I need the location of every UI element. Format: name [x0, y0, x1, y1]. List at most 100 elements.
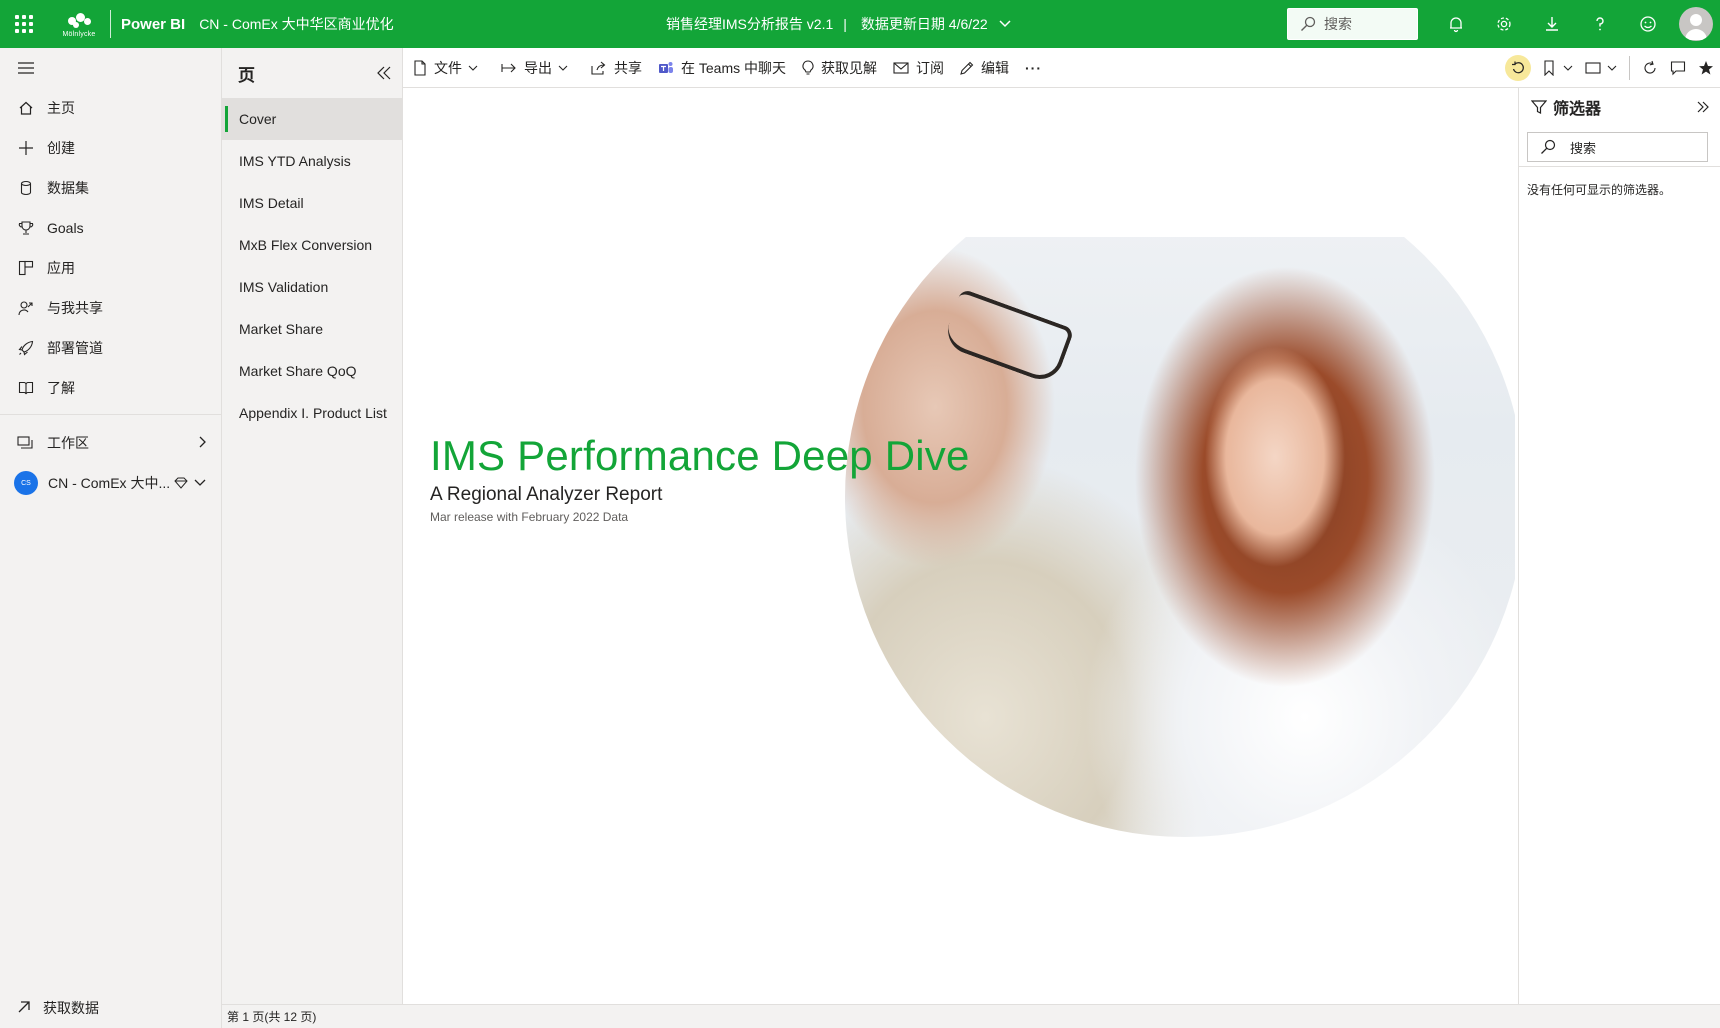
share-button[interactable]: 共享: [591, 48, 642, 88]
export-menu-button[interactable]: 导出: [501, 48, 575, 88]
app-launcher-button[interactable]: [0, 0, 48, 48]
comment-icon: [1670, 61, 1686, 76]
collapse-filters-button[interactable]: [1696, 100, 1710, 114]
page-tab-ims-validation[interactable]: IMS Validation: [222, 266, 402, 308]
help-icon: [1596, 17, 1604, 31]
header-search-input[interactable]: 搜索: [1287, 8, 1418, 40]
app-name[interactable]: Power BI: [121, 16, 185, 33]
filters-pane-header: 筛选器: [1519, 88, 1720, 126]
nav-divider: [0, 414, 221, 415]
more-options-label: ···: [1025, 59, 1043, 76]
view-button[interactable]: [1579, 48, 1623, 88]
nav-item-deployment-pipelines[interactable]: 部署管道: [0, 328, 221, 368]
chevron-down-icon: [998, 16, 1012, 33]
get-data-label: 获取数据: [43, 1000, 99, 1016]
title-separator: |: [843, 16, 847, 32]
hamburger-menu-icon: [18, 62, 34, 74]
pages-pane-header: 页: [222, 48, 402, 98]
favorite-button[interactable]: [1692, 48, 1720, 88]
bookmarks-button[interactable]: [1537, 48, 1579, 88]
get-insights-button[interactable]: 获取见解: [802, 48, 877, 88]
workspace-badge: CS: [14, 471, 38, 495]
filters-search-input[interactable]: 搜索: [1527, 132, 1708, 162]
collapse-pane-button[interactable]: [376, 65, 392, 81]
feedback-button[interactable]: [1624, 0, 1672, 48]
page-tab-market-share-qoq[interactable]: Market Share QoQ: [222, 350, 402, 392]
workspace-breadcrumb[interactable]: CN - ComEx 大中华区商业优化: [199, 14, 393, 34]
header-divider: [110, 10, 111, 38]
nav-item-workspaces[interactable]: 工作区: [0, 423, 221, 463]
feedback-smiley-icon: [1640, 16, 1656, 32]
hero-photo-circle: [845, 237, 1515, 837]
refresh-button[interactable]: [1636, 48, 1664, 88]
nav-collapse-button[interactable]: [0, 48, 221, 88]
page-tab-ims-detail[interactable]: IMS Detail: [222, 182, 402, 224]
edit-label: 编辑: [981, 59, 1010, 76]
pages-pane: 页 Cover IMS YTD Analysis IMS Detail MxB …: [222, 48, 403, 1004]
chevron-down-icon: [1607, 65, 1617, 71]
reset-to-default-button[interactable]: [1499, 48, 1537, 88]
nav-item-home[interactable]: 主页: [0, 88, 221, 128]
top-header-bar: Mölnlycke Power BI CN - ComEx 大中华区商业优化 销…: [0, 0, 1720, 48]
page-tab-mxb-flex-conversion[interactable]: MxB Flex Conversion: [222, 224, 402, 266]
filters-title-group: 筛选器: [1531, 95, 1601, 119]
nav-item-label: 应用: [47, 260, 75, 276]
nav-item-goals[interactable]: Goals: [0, 208, 221, 248]
page-tab-label: Cover: [239, 111, 277, 127]
premium-diamond-icon: [174, 477, 188, 489]
page-indicator: 第 1 页(共 12 页): [227, 1010, 317, 1024]
file-menu-button[interactable]: 文件: [413, 48, 485, 88]
waffle-icon: [15, 15, 33, 33]
report-title-menu[interactable]: 销售经理IMS分析报告 v2.1 | 数据更新日期 4/6/22: [666, 0, 1012, 48]
nav-item-shared-with-me[interactable]: 与我共享: [0, 288, 221, 328]
chevron-down-icon: [1563, 65, 1573, 71]
account-button[interactable]: [1672, 0, 1720, 48]
file-icon: [414, 59, 426, 76]
chat-in-teams-button[interactable]: 在 Teams 中聊天: [658, 48, 786, 88]
chat-in-teams-label: 在 Teams 中聊天: [681, 59, 787, 76]
page-tab-label: IMS Detail: [239, 195, 304, 211]
mail-icon: [893, 61, 909, 74]
page-tab-label: Market Share QoQ: [239, 363, 357, 379]
home-icon: [17, 99, 35, 117]
toolbar-separator: [1629, 56, 1630, 80]
pages-pane-title: 页: [238, 65, 255, 85]
filters-pane: 筛选器 搜索 没有任何可显示的筛选器。: [1518, 88, 1720, 1004]
pencil-icon: [960, 61, 974, 75]
nav-item-label: 数据集: [47, 180, 89, 196]
comments-button[interactable]: [1664, 48, 1692, 88]
nav-item-create[interactable]: 创建: [0, 128, 221, 168]
edit-button[interactable]: 编辑: [960, 48, 1009, 88]
page-tab-cover[interactable]: Cover: [222, 98, 402, 140]
filters-search-placeholder: 搜索: [1570, 140, 1597, 156]
nav-item-datasets[interactable]: 数据集: [0, 168, 221, 208]
help-button[interactable]: [1576, 0, 1624, 48]
nav-item-label: 部署管道: [47, 340, 103, 356]
nav-item-learn[interactable]: 了解: [0, 368, 221, 408]
arrow-up-right-icon: [17, 1000, 31, 1017]
page-tab-appendix-product-list[interactable]: Appendix I. Product List: [222, 392, 402, 434]
page-tab-ims-ytd-analysis[interactable]: IMS YTD Analysis: [222, 140, 402, 182]
nav-item-current-workspace[interactable]: CS CN - ComEx 大中...: [0, 463, 221, 503]
chevron-down-icon: [468, 65, 478, 71]
settings-icon: [1497, 17, 1511, 31]
nav-item-apps[interactable]: 应用: [0, 248, 221, 288]
share-label: 共享: [614, 59, 642, 76]
subscribe-button[interactable]: 订阅: [893, 48, 944, 88]
brand-logo[interactable]: Mölnlycke: [48, 0, 110, 48]
page-tab-market-share[interactable]: Market Share: [222, 308, 402, 350]
get-data-button[interactable]: 获取数据: [0, 988, 222, 1028]
download-button[interactable]: [1528, 0, 1576, 48]
chevron-down-icon: [193, 475, 207, 491]
trophy-icon: [17, 219, 35, 237]
settings-button[interactable]: [1480, 0, 1528, 48]
notifications-button[interactable]: [1432, 0, 1480, 48]
filters-empty-message: 没有任何可显示的筛选器。: [1527, 183, 1672, 197]
teams-icon: [659, 61, 673, 73]
download-icon: [1546, 17, 1558, 31]
more-options-button[interactable]: ···: [1025, 48, 1042, 88]
search-icon: [1541, 139, 1556, 154]
file-menu-label: 文件: [434, 59, 462, 76]
double-chevron-left-icon: [377, 66, 391, 80]
report-action-bar: 文件 导出 共享 在 Teams 中聊天 获取见解 订阅 编辑 ···: [403, 48, 1720, 88]
